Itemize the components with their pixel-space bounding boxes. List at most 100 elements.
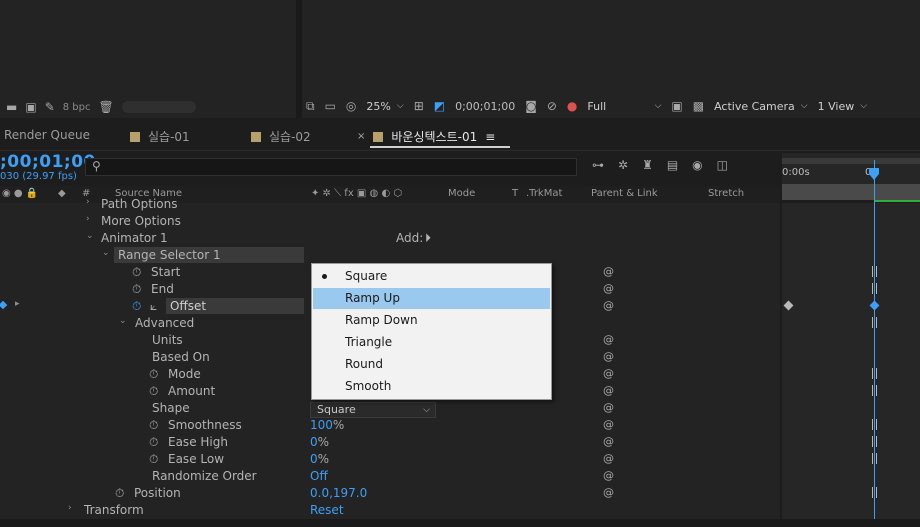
show-snapshot-icon[interactable]: ⊘ bbox=[547, 99, 557, 113]
stopwatch-icon[interactable]: ⏱ bbox=[149, 418, 158, 433]
current-time-indicator[interactable] bbox=[874, 160, 875, 520]
pickwhip-icon[interactable]: @ bbox=[603, 333, 614, 346]
pickwhip-icon[interactable]: @ bbox=[603, 265, 614, 278]
pickwhip-icon[interactable]: @ bbox=[603, 418, 614, 431]
menu-item-square[interactable]: Square bbox=[313, 266, 550, 287]
mask-visibility-icon[interactable]: ◎ bbox=[346, 99, 356, 113]
twirl-icon[interactable]: › bbox=[86, 197, 90, 207]
ease-low-value[interactable]: 0% bbox=[310, 452, 329, 466]
position-value[interactable]: 0.0,197.0 bbox=[310, 486, 367, 500]
randomize-order-value[interactable]: Off bbox=[310, 469, 328, 483]
twirl-icon[interactable]: › bbox=[68, 503, 72, 513]
row-ease-low[interactable]: ⏱ Ease Low 0% @ bbox=[0, 451, 780, 468]
keyframe-nav-icon[interactable] bbox=[0, 300, 8, 310]
view-layout-dropdown[interactable]: 1 View ⌵ bbox=[818, 100, 867, 113]
smoothness-value[interactable]: 100% bbox=[310, 418, 344, 432]
hold-keyframe-icon[interactable] bbox=[872, 436, 877, 447]
transparency-grid-icon[interactable]: ◩ bbox=[434, 99, 445, 113]
hold-keyframe-icon[interactable] bbox=[872, 487, 877, 498]
pickwhip-icon[interactable]: @ bbox=[603, 435, 614, 448]
row-smoothness[interactable]: ⏱ Smoothness 100% @ bbox=[0, 417, 780, 434]
stopwatch-icon[interactable]: ⏱ bbox=[115, 486, 124, 501]
stopwatch-icon[interactable]: ⏱ bbox=[132, 265, 141, 280]
hold-keyframe-icon[interactable] bbox=[872, 283, 877, 294]
pickwhip-icon[interactable]: @ bbox=[603, 469, 614, 482]
row-transform[interactable]: › Transform Reset bbox=[0, 502, 780, 519]
panel-menu-icon[interactable]: ≡ bbox=[485, 130, 495, 144]
monitor-icon[interactable]: ▭ bbox=[325, 99, 336, 113]
always-preview-icon[interactable]: ⧉ bbox=[306, 99, 315, 113]
stopwatch-active-icon[interactable]: ⏱ bbox=[132, 299, 141, 314]
twirl-open-icon[interactable]: ⌄ bbox=[102, 248, 110, 258]
tab-comp-02[interactable]: 실습-02 bbox=[251, 128, 311, 145]
tab-comp-01[interactable]: 실습-01 bbox=[130, 128, 190, 145]
tab-bouncing-text[interactable]: × 바운싱텍스트-01 ≡ bbox=[357, 128, 495, 145]
layer-search-input[interactable] bbox=[85, 158, 577, 176]
fast-preview-icon[interactable]: ▣ bbox=[671, 99, 682, 113]
graph-editor-icon[interactable]: ◫ bbox=[717, 158, 728, 172]
current-time[interactable]: 0;00;01;00 bbox=[455, 100, 515, 113]
color-channels-icon[interactable]: ● bbox=[567, 99, 577, 113]
menu-item-round[interactable]: Round bbox=[313, 354, 550, 375]
menu-item-ramp-down[interactable]: Ramp Down bbox=[313, 310, 550, 331]
pickwhip-icon[interactable]: @ bbox=[603, 452, 614, 465]
tab-render-queue[interactable]: Render Queue bbox=[4, 128, 90, 142]
new-composition-icon[interactable]: ▣ bbox=[25, 100, 36, 114]
row-path-options[interactable]: › Path Options bbox=[0, 196, 780, 213]
shy-layers-icon[interactable]: ♜ bbox=[642, 158, 653, 172]
pickwhip-icon[interactable]: @ bbox=[603, 367, 614, 380]
row-position[interactable]: ⏱ Position 0.0,197.0 @ bbox=[0, 485, 780, 502]
twirl-open-icon[interactable]: ⌄ bbox=[119, 316, 127, 326]
ease-high-value[interactable]: 0% bbox=[310, 435, 329, 449]
row-ease-high[interactable]: ⏱ Ease High 0% @ bbox=[0, 434, 780, 451]
menu-item-smooth[interactable]: Smooth bbox=[313, 376, 550, 397]
row-randomize-order[interactable]: Randomize Order Off @ bbox=[0, 468, 780, 485]
bpc-label[interactable]: 8 bpc bbox=[63, 102, 91, 113]
stopwatch-icon[interactable]: ⏱ bbox=[149, 367, 158, 382]
composition-flowchart-icon[interactable]: ⊶ bbox=[592, 158, 604, 172]
twirl-open-icon[interactable]: ⌄ bbox=[86, 231, 94, 241]
hold-keyframe-icon[interactable] bbox=[872, 266, 877, 277]
twirl-icon[interactable]: › bbox=[86, 214, 90, 224]
pickwhip-icon[interactable]: @ bbox=[603, 282, 614, 295]
pickwhip-icon[interactable]: @ bbox=[603, 486, 614, 499]
row-more-options[interactable]: › More Options bbox=[0, 213, 780, 230]
timeline-graph[interactable] bbox=[782, 203, 920, 527]
pickwhip-icon[interactable]: @ bbox=[603, 401, 614, 414]
close-icon[interactable]: × bbox=[357, 131, 365, 142]
thumbnail-slider[interactable] bbox=[121, 101, 196, 113]
stopwatch-icon[interactable]: ⏱ bbox=[149, 435, 158, 450]
pickwhip-icon[interactable]: @ bbox=[603, 384, 614, 397]
next-keyframe-icon[interactable]: ▸ bbox=[15, 299, 20, 309]
stopwatch-icon[interactable]: ⏱ bbox=[132, 282, 141, 297]
time-navigator[interactable] bbox=[782, 158, 920, 164]
menu-item-triangle[interactable]: Triangle bbox=[313, 332, 550, 353]
zoom-dropdown[interactable]: 25% ⌵ bbox=[366, 100, 403, 113]
interpret-footage-icon[interactable]: ✎ bbox=[45, 100, 55, 114]
hold-keyframe-icon[interactable] bbox=[872, 368, 877, 379]
cti-head-icon[interactable] bbox=[868, 168, 880, 180]
pickwhip-icon[interactable]: @ bbox=[603, 299, 614, 312]
draft-3d-icon[interactable]: ✲ bbox=[618, 158, 628, 172]
camera-dropdown[interactable]: Active Camera ⌵ bbox=[714, 100, 808, 113]
folder-icon[interactable]: ▬ bbox=[6, 100, 17, 114]
stopwatch-icon[interactable]: ⏱ bbox=[149, 384, 158, 399]
row-animator[interactable]: ⌄ Animator 1 Add: ⏵ bbox=[0, 230, 780, 247]
work-area-bar[interactable] bbox=[782, 184, 920, 200]
menu-item-ramp-up[interactable]: Ramp Up bbox=[313, 288, 550, 309]
row-range-selector[interactable]: ⌄ Range Selector 1 bbox=[0, 247, 780, 264]
frame-blending-icon[interactable]: ▤ bbox=[667, 158, 678, 172]
pickwhip-icon[interactable]: @ bbox=[603, 350, 614, 363]
snapshot-icon[interactable]: ◙ bbox=[525, 99, 537, 113]
hold-keyframe-icon[interactable] bbox=[872, 453, 877, 464]
hold-keyframe-icon[interactable] bbox=[872, 419, 877, 430]
resolution-dropdown[interactable]: Full ⌵ bbox=[587, 100, 661, 113]
toggle-transparency-icon[interactable]: ▩ bbox=[693, 99, 704, 113]
timeline-timecode[interactable]: ;00;01;00 bbox=[0, 152, 96, 172]
shape-select[interactable]: Square ⌵ bbox=[310, 402, 436, 418]
stopwatch-icon[interactable]: ⏱ bbox=[149, 452, 158, 467]
add-property-icon[interactable]: ⏵ bbox=[425, 231, 431, 246]
graph-icon[interactable]: ⟀ bbox=[150, 299, 157, 314]
hold-keyframe-icon[interactable] bbox=[872, 385, 877, 396]
transform-reset-button[interactable]: Reset bbox=[310, 503, 344, 517]
